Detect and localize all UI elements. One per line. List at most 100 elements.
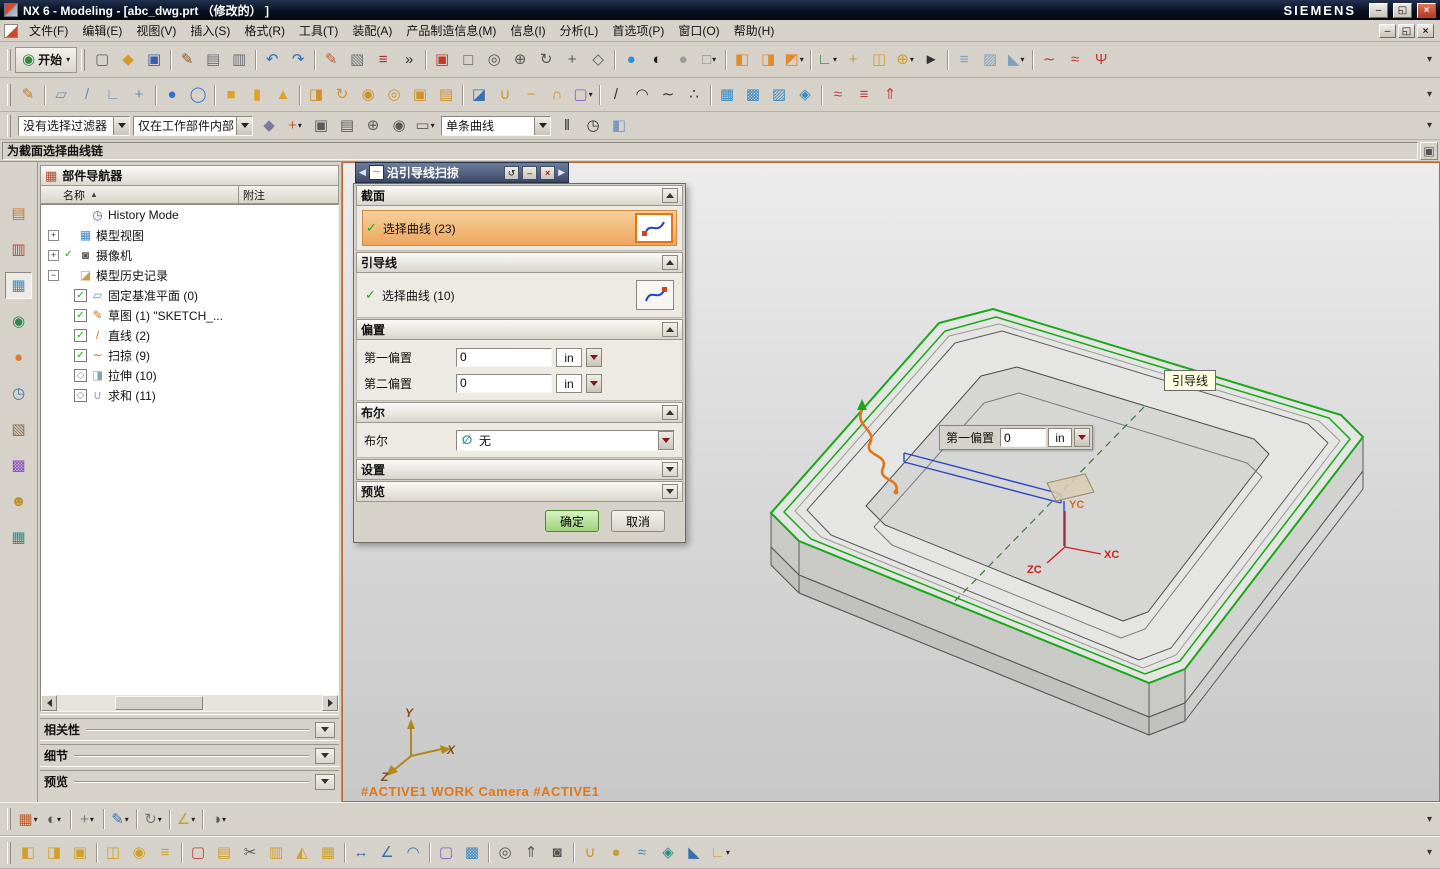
follow-fillet-icon[interactable]: ◷ [580,113,606,139]
shaded-sphere-icon[interactable]: ● [670,47,696,73]
window-close-button[interactable]: × [1417,3,1436,18]
web-browser-icon[interactable]: ● [5,344,32,371]
guides-group-header[interactable]: 引导线 [356,252,683,273]
cut-face-icon[interactable]: ✂ [237,840,263,866]
pan-tool-icon[interactable]: ⇑ [518,840,544,866]
navigator-row[interactable]: ✓ ✎ 草图 (1) "SKETCH_... [41,305,338,325]
fit-view-icon[interactable]: ▣ [429,47,455,73]
dialog-reset-button[interactable]: ↺ [504,166,519,180]
navigator-panel-header[interactable]: 相关性 [40,719,339,740]
history-palette-icon[interactable]: ◷ [5,380,32,407]
unit-dropdown-button[interactable] [586,348,602,367]
separator[interactable] [611,48,618,72]
separator[interactable] [211,83,218,107]
menu-item[interactable]: 产品制造信息(M) [399,19,503,42]
separator[interactable] [818,83,825,107]
edit-section-icon[interactable]: ✎ ▾ [107,806,133,832]
menu-item[interactable]: 工具(T) [292,19,345,42]
scrollbar-thumb[interactable] [115,696,203,710]
zoom-window-icon[interactable]: ◻ [455,47,481,73]
menu-item[interactable]: 帮助(H) [727,19,782,42]
dropdown-arrow-icon[interactable] [658,431,674,450]
window-restore-button[interactable]: ◱ [1393,3,1412,18]
object-display-icon[interactable]: ▦ ▾ [15,806,41,832]
through-curves-icon[interactable]: ▦ [714,82,740,108]
selection-scope-dropdown[interactable]: 仅在工作部件内部 [133,116,253,136]
group-face-icon[interactable]: ▩ [459,840,485,866]
menu-item[interactable]: 编辑(E) [75,19,129,42]
boolean-dropdown[interactable]: ∅ 无 [456,430,675,451]
panel-resize-grip[interactable] [40,792,339,800]
separator[interactable] [459,83,466,107]
lock-icon[interactable]: ● [603,840,629,866]
dialog-minimize-button[interactable]: – [522,166,537,180]
replace-face-icon[interactable]: ◫ [100,840,126,866]
system-materials-icon[interactable]: ▧ [5,416,32,443]
unit-dropdown-button[interactable] [586,374,602,393]
studio-spline-icon[interactable]: ∼ [1036,47,1062,73]
menu-item[interactable]: 插入(S) [183,19,237,42]
datum-csys-2-icon[interactable]: ∟ [100,82,126,108]
toolbar-grip[interactable] [7,49,11,71]
separator[interactable] [67,807,74,831]
separator[interactable] [422,48,429,72]
camera-snapshot-icon[interactable]: ◙ [544,840,570,866]
navigator-row[interactable]: ✓ / 直线 (2) [41,325,338,345]
zoom-tool-icon[interactable]: ◎ [492,840,518,866]
block-primitive-icon[interactable]: ■ [218,82,244,108]
navigator-row[interactable]: + ✓ ◙ 摄像机 [41,245,338,265]
separator[interactable] [341,841,348,865]
extrude-icon[interactable]: ◨ [303,82,329,108]
separator[interactable] [707,83,714,107]
toolbar-overflow-chevron[interactable]: ▾ [1422,120,1437,131]
dropdown-arrow-icon[interactable] [113,117,129,135]
point-set-icon[interactable]: ∴ [681,82,707,108]
dialog-forward-icon[interactable]: ▶ [558,167,565,178]
orient-view-iso-icon[interactable]: ◩ ▾ [781,47,807,73]
unite-2-icon[interactable]: ∪ [577,840,603,866]
scroll-left-button[interactable] [41,695,57,711]
snap-magnet-icon[interactable]: ◆ [256,113,282,139]
navigator-row[interactable]: ✓ ▱ 固定基准平面 (0) [41,285,338,305]
separator[interactable] [596,83,603,107]
mdi-restore-button[interactable]: ◱ [1398,24,1415,38]
separator[interactable] [133,807,140,831]
curve-rule-dropdown[interactable]: 单条曲线 [441,116,551,136]
format-painter-icon[interactable]: ✎ [174,47,200,73]
start-button[interactable]: ◉ 开始 ▾ [15,47,77,73]
toolbar-overflow-chevron[interactable]: ▾ [1422,847,1437,858]
document-icon[interactable] [4,24,18,38]
toolbar-grip[interactable] [7,84,11,106]
offsets-group-header[interactable]: 偏置 [356,319,683,340]
navigator-row[interactable]: − ◪ 模型历史记录 [41,265,338,285]
boss-icon[interactable]: ◎ [381,82,407,108]
collapse-chevron-icon[interactable] [662,255,678,270]
system-scenes-icon[interactable]: ▦ [5,524,32,551]
toolbar-overflow-chevron[interactable]: ▾ [1422,54,1437,65]
separator[interactable] [167,48,174,72]
datum-plane-icon[interactable]: ▱ [48,82,74,108]
navigator-panel-header[interactable]: 预览 [40,771,339,792]
boolean-group-header[interactable]: 布尔 [356,402,683,423]
swept-surface-icon[interactable]: ▩ [740,82,766,108]
wcs-dynamics-icon[interactable]: + ▾ [74,806,100,832]
first-offset-field[interactable] [456,348,552,367]
constraint-navigator-icon[interactable]: ▥ [5,236,32,263]
perspective-view-icon[interactable]: ◇ [585,47,611,73]
marquee-select-icon[interactable]: ▭ ▾ [412,113,438,139]
orient-view-top-icon[interactable]: ◧ [729,47,755,73]
column-header-name[interactable]: 名称 ▲ [41,186,239,203]
settings-group-header[interactable]: 设置 [356,459,683,480]
drafting-icon[interactable]: ◣ ▾ [1003,47,1029,73]
separator[interactable] [944,48,951,72]
tree-expander[interactable]: + [48,250,59,261]
process-studio-icon[interactable]: ▩ [5,452,32,479]
new-file-icon[interactable]: ▢ [89,47,115,73]
snap-point-settings-icon[interactable]: ⊕ ▾ [892,47,918,73]
shell-icon[interactable]: ▢ ▾ [570,82,596,108]
material-appearance-icon[interactable]: ◑ ▾ [206,806,232,832]
window-minimize-button[interactable]: – [1369,3,1388,18]
redo-icon[interactable]: ↷ [285,47,311,73]
section-view-icon[interactable]: ▨ [977,47,1003,73]
roles-icon[interactable]: ☻ [5,488,32,515]
